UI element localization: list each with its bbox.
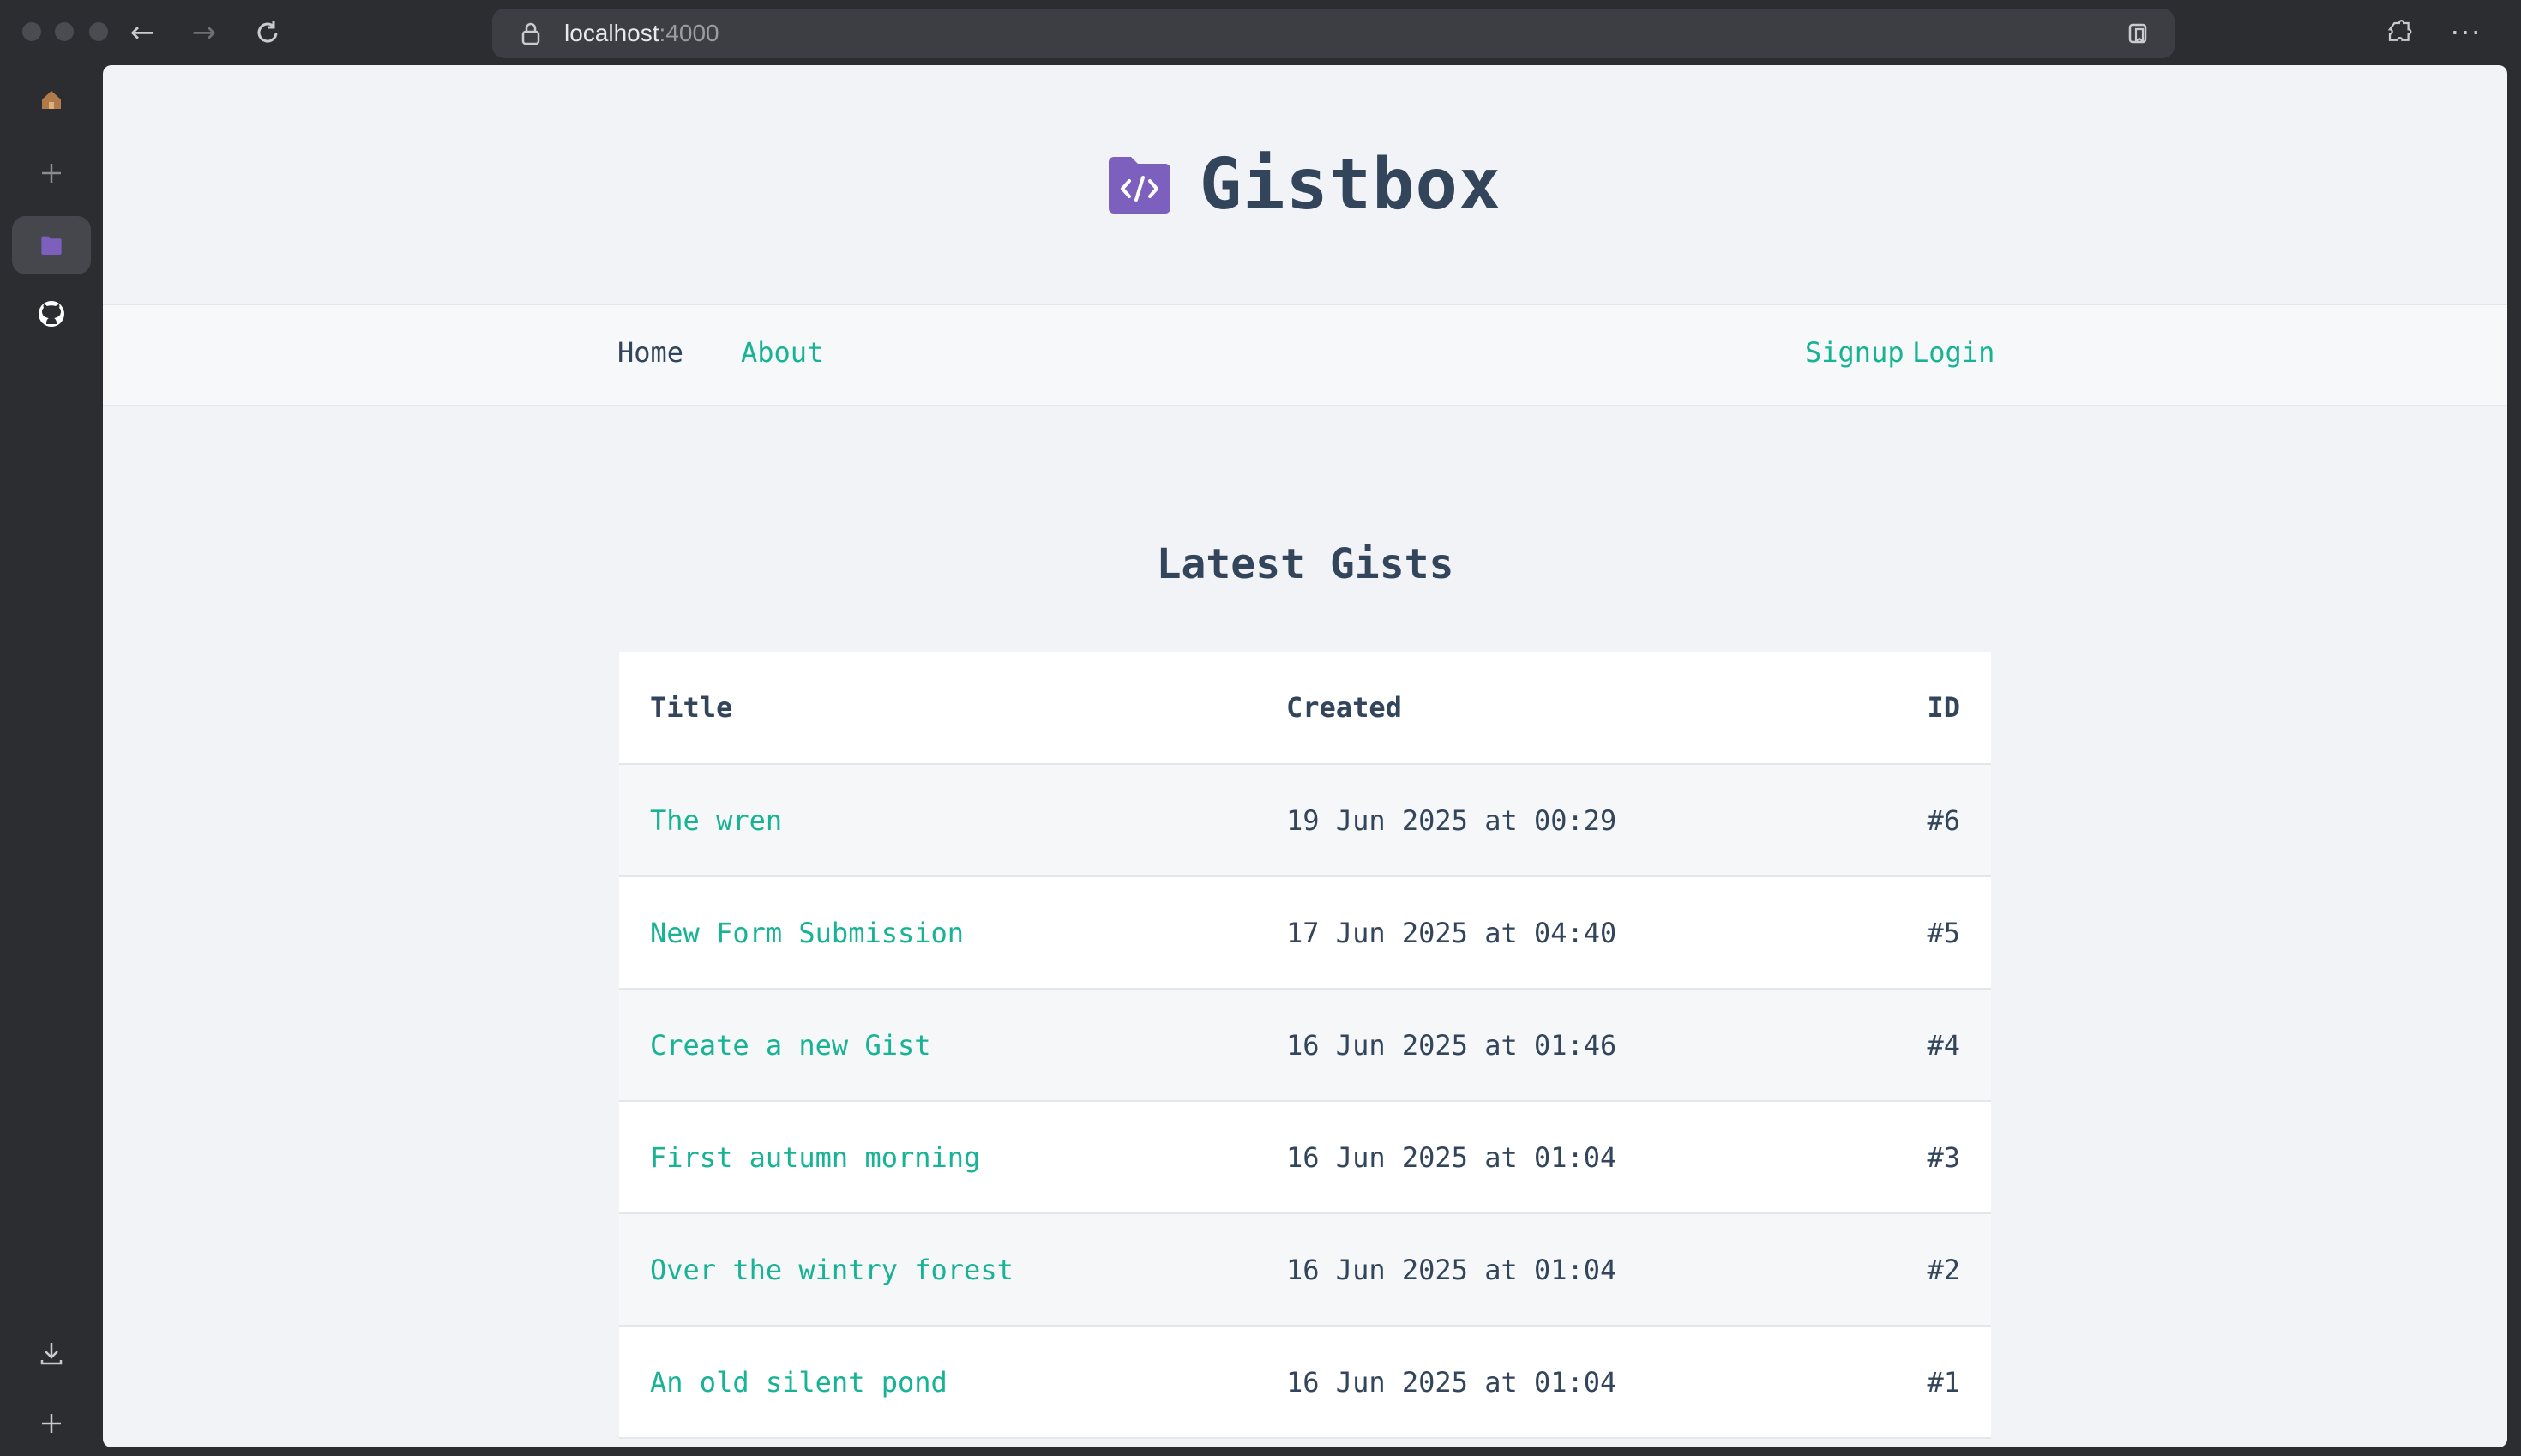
- site-header: Gistbox: [103, 65, 2507, 304]
- brand[interactable]: Gistbox: [1108, 143, 1502, 226]
- gist-id: #5: [1770, 876, 1991, 990]
- nav-about-link[interactable]: About: [741, 336, 823, 369]
- zoom-window-button[interactable]: [89, 22, 108, 41]
- github-icon[interactable]: [12, 285, 91, 343]
- gist-title-link[interactable]: Over the wintry forest: [650, 1254, 1014, 1286]
- column-header-title: Title: [619, 652, 1255, 765]
- lock-icon: [521, 22, 540, 45]
- main-nav: Home About Signup Login: [103, 304, 2507, 406]
- nav-home-link[interactable]: Home: [617, 336, 683, 369]
- table-row: An old silent pond 16 Jun 2025 at 01:04 …: [619, 1326, 1991, 1439]
- close-window-button[interactable]: [22, 22, 41, 41]
- column-header-id: ID: [1770, 652, 1991, 765]
- download-icon[interactable]: [12, 1324, 91, 1382]
- gist-title-link[interactable]: The wren: [650, 804, 782, 837]
- table-row: Create a new Gist 16 Jun 2025 at 01:46 #…: [619, 989, 1991, 1102]
- new-tab-icon[interactable]: [12, 144, 91, 202]
- site-title: Gistbox: [1199, 143, 1502, 226]
- gist-title-link[interactable]: Create a new Gist: [650, 1029, 931, 1062]
- gist-title-link[interactable]: First autumn morning: [650, 1141, 980, 1174]
- gist-created: 16 Jun 2025 at 01:46: [1255, 989, 1770, 1102]
- add-icon[interactable]: [12, 1394, 91, 1453]
- browser-toolbar: ← → localhost:4000 ···: [0, 0, 2521, 65]
- table-row: New Form Submission 17 Jun 2025 at 04:40…: [619, 876, 1991, 990]
- gist-created: 16 Jun 2025 at 01:04: [1255, 1101, 1770, 1214]
- page-viewport: Gistbox Home About Signup Login Latest G…: [103, 65, 2507, 1447]
- nav-login-link[interactable]: Login: [1912, 336, 1995, 369]
- gist-id: #1: [1770, 1326, 1991, 1439]
- forward-arrow-icon[interactable]: →: [187, 15, 221, 50]
- nav-signup-link[interactable]: Signup: [1805, 336, 1904, 369]
- gist-id: #4: [1770, 989, 1991, 1102]
- reload-icon[interactable]: [250, 15, 285, 50]
- back-arrow-icon[interactable]: ←: [125, 15, 159, 50]
- more-icon[interactable]: ···: [2449, 15, 2483, 50]
- url-text: localhost:4000: [564, 20, 719, 46]
- browser-sidebar: [0, 65, 103, 1456]
- gist-title-link[interactable]: New Form Submission: [650, 917, 964, 949]
- gist-id: #6: [1770, 764, 1991, 877]
- extensions-icon[interactable]: [2382, 15, 2416, 50]
- code-folder-icon: [1108, 157, 1170, 214]
- table-row: Over the wintry forest 16 Jun 2025 at 01…: [619, 1213, 1991, 1327]
- home-icon[interactable]: [12, 70, 91, 129]
- table-header-row: Title Created ID: [619, 652, 1991, 765]
- gist-created: 19 Jun 2025 at 00:29: [1255, 764, 1770, 877]
- column-header-created: Created: [1255, 652, 1770, 765]
- gist-created: 16 Jun 2025 at 01:04: [1255, 1326, 1770, 1439]
- reader-icon[interactable]: [2127, 21, 2152, 46]
- table-row: The wren 19 Jun 2025 at 00:29 #6: [619, 764, 1991, 877]
- page-heading: Latest Gists: [1156, 540, 1454, 588]
- gistbox-tab-icon[interactable]: [12, 216, 91, 274]
- gist-created: 17 Jun 2025 at 04:40: [1255, 876, 1770, 990]
- gists-table: Title Created ID The wren 19 Jun 2025 at…: [619, 652, 1991, 1439]
- address-bar[interactable]: localhost:4000: [492, 9, 2175, 58]
- gist-title-link[interactable]: An old silent pond: [650, 1366, 948, 1399]
- gist-id: #3: [1770, 1101, 1991, 1214]
- minimize-window-button[interactable]: [55, 22, 74, 41]
- gist-id: #2: [1770, 1213, 1991, 1327]
- table-row: First autumn morning 16 Jun 2025 at 01:0…: [619, 1101, 1991, 1214]
- gist-created: 16 Jun 2025 at 01:04: [1255, 1213, 1770, 1327]
